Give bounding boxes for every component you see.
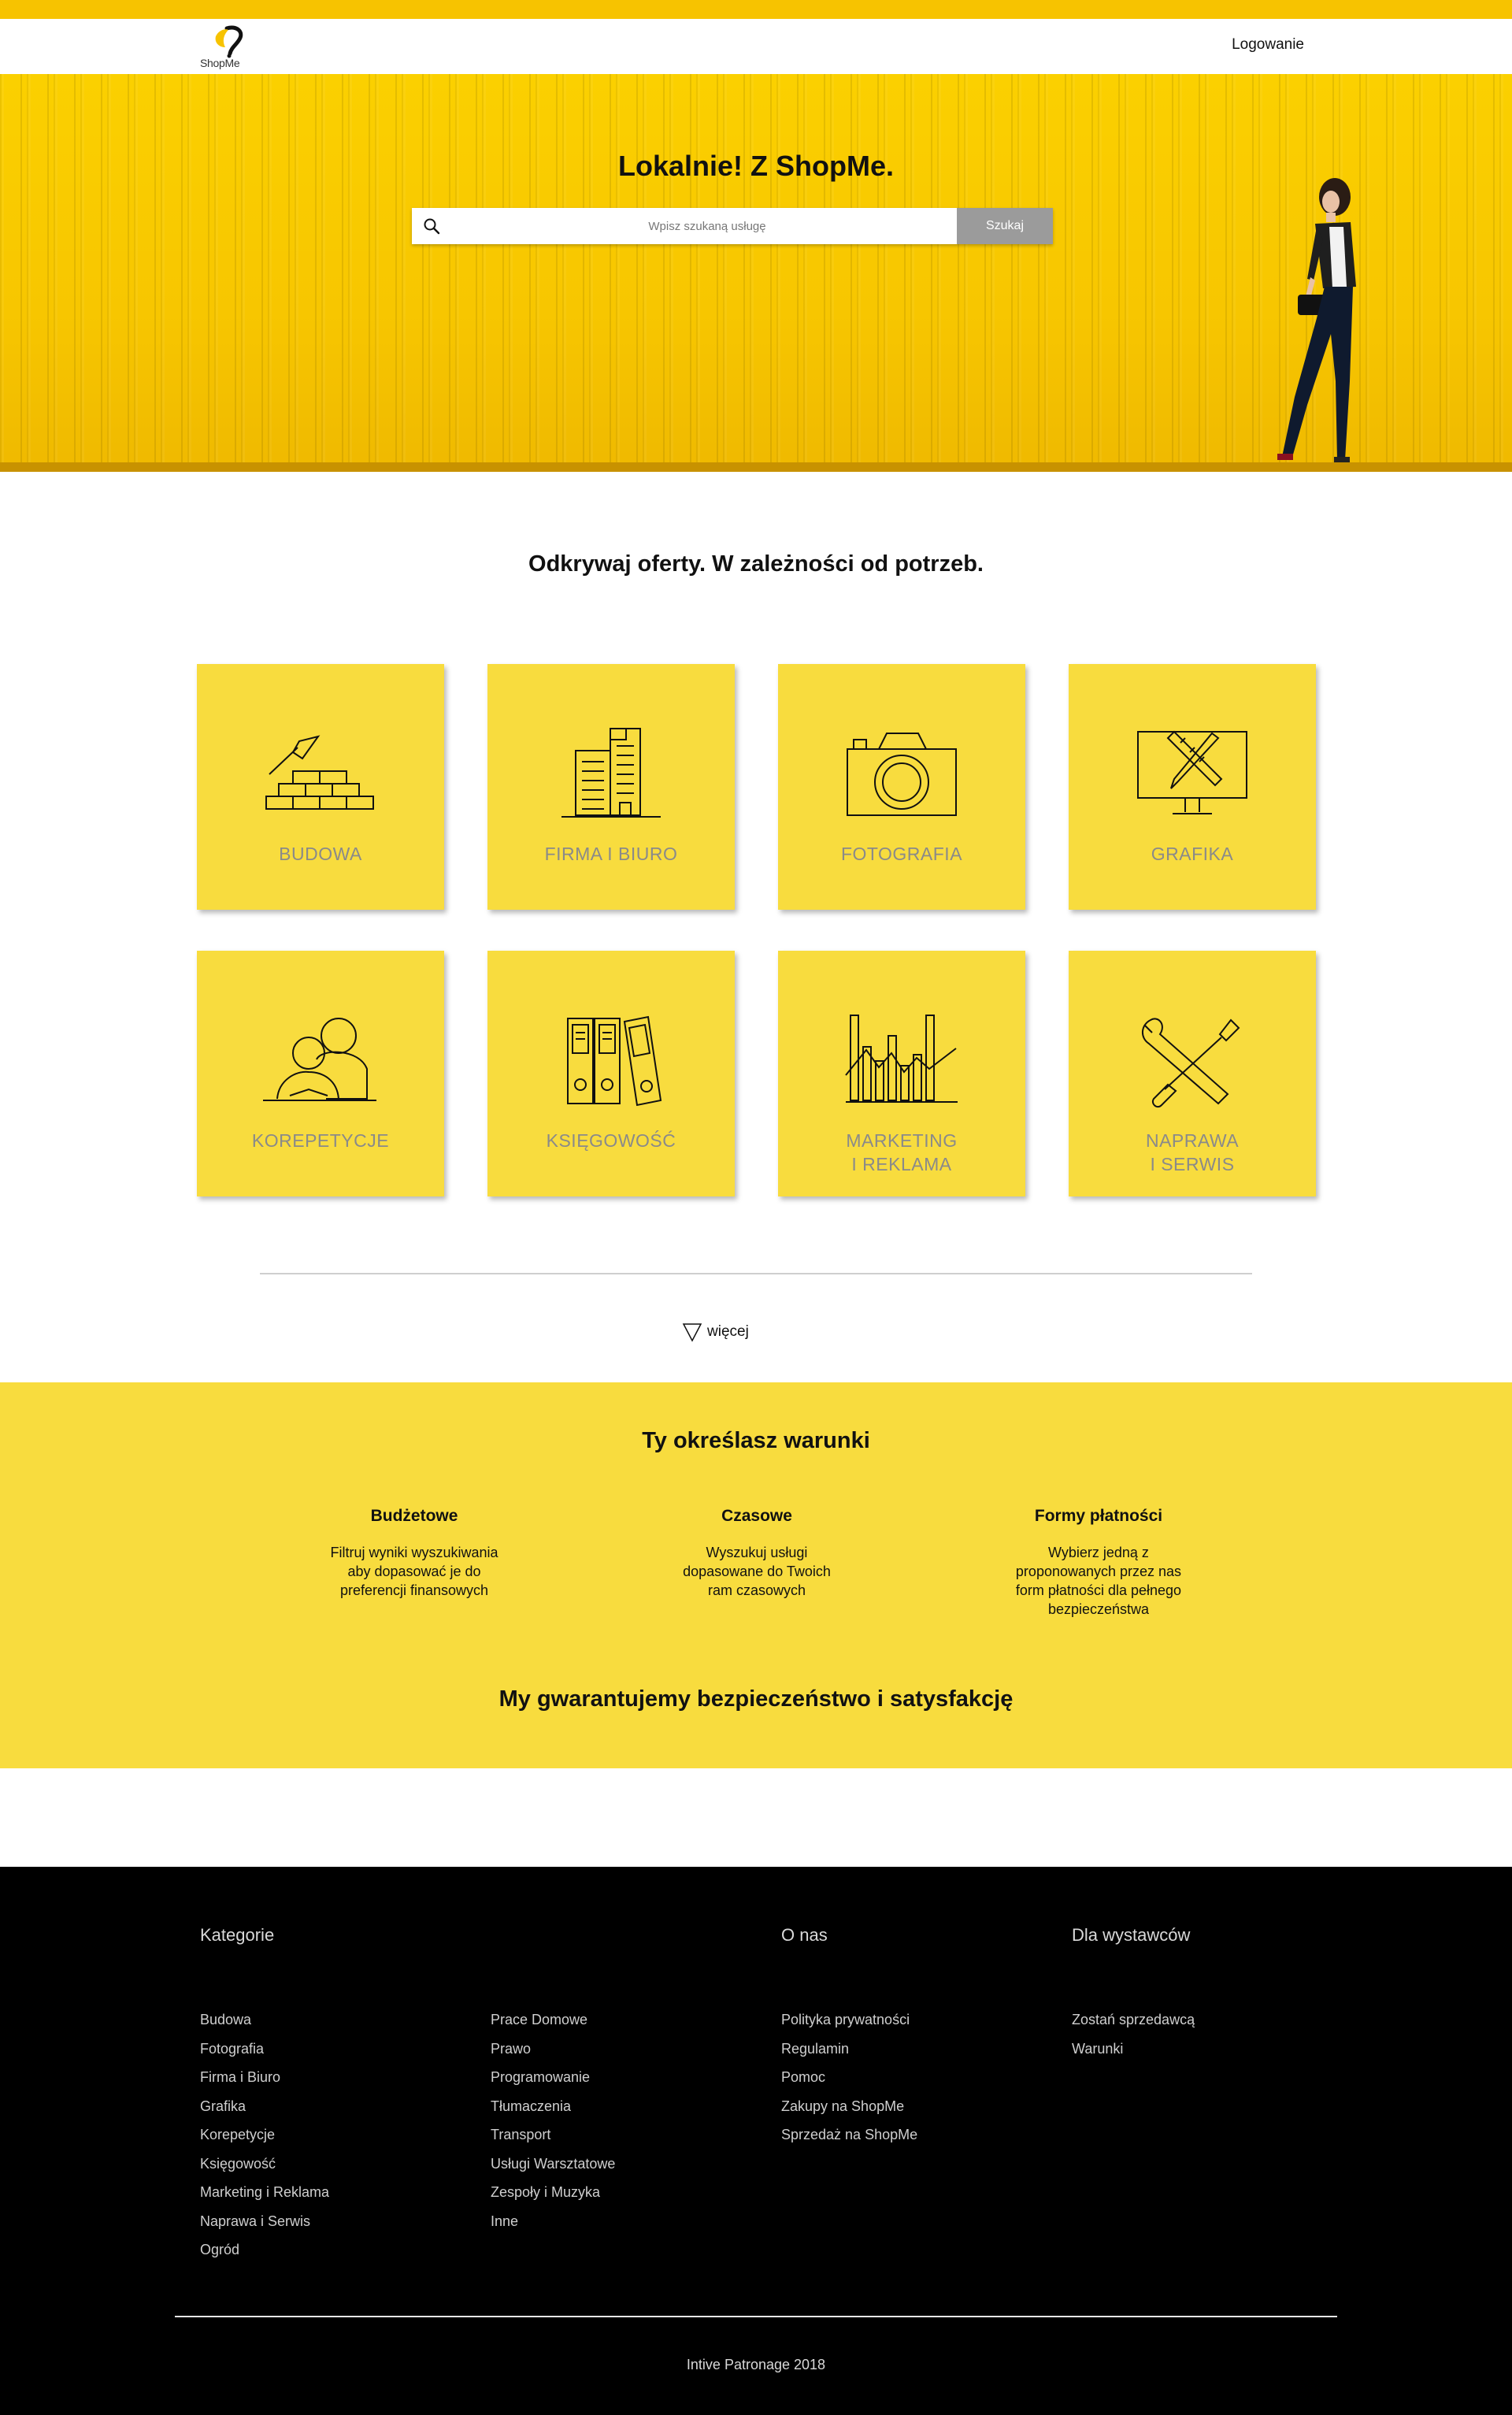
footer-link[interactable]: Księgowość [200, 2150, 329, 2179]
feature-description: Wybierz jedną z proponowanych przez nas … [1015, 1545, 1182, 1617]
category-tile-budowa[interactable]: BUDOWA [197, 664, 444, 910]
logo-text: ShopMe [200, 57, 240, 69]
footer-link[interactable]: Budowa [200, 2005, 329, 2035]
category-tile-fotografia[interactable]: FOTOGRAFIA [778, 664, 1025, 910]
search-input[interactable] [451, 213, 963, 239]
category-tile-grafika[interactable]: GRAFIKA [1069, 664, 1316, 910]
footer-link[interactable]: Grafika [200, 2092, 329, 2121]
footer-link[interactable]: Zespoły i Muzyka [491, 2178, 615, 2207]
footer-about-list: Polityka prywatności Regulamin Pomoc Zak… [781, 2005, 917, 2150]
footer-heading-exhibitors: Dla wystawców [1072, 1925, 1191, 1945]
category-tile-naprawa-i-serwis[interactable]: NAPRAWA I SERWIS [1069, 951, 1316, 1196]
camera-icon [847, 733, 957, 816]
feature-title: Czasowe [721, 1507, 792, 1525]
office-buildings-icon [561, 728, 661, 818]
bricks-trowel-icon [265, 735, 374, 810]
footer: Kategorie O nas Dla wystawców Budowa Fot… [0, 1867, 1512, 2415]
footer-link[interactable]: Zakupy na ShopMe [781, 2092, 917, 2121]
footer-link[interactable]: Transport [491, 2120, 615, 2150]
footer-link[interactable]: Prawo [491, 2035, 615, 2064]
footer-link[interactable]: Naprawa i Serwis [200, 2207, 329, 2236]
feature-title: Budżetowe [370, 1507, 458, 1525]
top-strip [0, 0, 1512, 19]
footer-link[interactable]: Prace Domowe [491, 2005, 615, 2035]
search-icon[interactable] [423, 217, 440, 235]
footer-exhibitors-list: Zostań sprzedawcą Warunki [1072, 2005, 1195, 2063]
category-tiles: BUDOWA FIRMA I BIURO FOTOGRAFIA GRAFIKA … [197, 664, 1318, 1200]
tile-label: FOTOGRAFIA [840, 844, 963, 864]
shopme-logo-icon [215, 25, 243, 58]
tile-label: KSIĘGOWOŚĆ [546, 1130, 676, 1151]
category-tile-firma-i-biuro[interactable]: FIRMA I BIURO [487, 664, 735, 910]
tile-label: BUDOWA [279, 844, 362, 864]
hero-banner: Lokalnie! Z ShopMe. Szukaj [0, 74, 1512, 472]
conditions-section: Ty określasz warunki Budżetowe Filtruj w… [0, 1382, 1512, 1768]
feature-description: Filtruj wyniki wyszukiwania aby dopasowa… [330, 1545, 498, 1598]
logo[interactable]: ShopMe [197, 22, 260, 71]
wrench-screwdriver-icon [1142, 1018, 1240, 1108]
footer-link[interactable]: Korepetycje [200, 2120, 329, 2150]
discover-title: Odkrywaj oferty. W zależności od potrzeb… [528, 551, 984, 577]
footer-link[interactable]: Zostań sprzedawcą [1072, 2005, 1195, 2035]
hero-ground-strip [0, 462, 1512, 472]
category-tile-ksiegowosc[interactable]: KSIĘGOWOŚĆ [487, 951, 735, 1196]
guarantee-title: My gwarantujemy bezpieczeństwo i satysfa… [498, 1686, 1014, 1712]
login-link[interactable]: Logowanie [1232, 36, 1304, 54]
tile-label: GRAFIKA [1151, 844, 1234, 864]
footer-link[interactable]: Inne [491, 2207, 615, 2236]
search-bar: Szukaj [412, 208, 1053, 244]
header: ShopMe Logowanie [0, 19, 1512, 74]
feature-time: Czasowe Wyszukuj usługi dopasowane do Tw… [662, 1507, 851, 1600]
copyright-text: Intive Patronage 2018 [686, 2357, 826, 2372]
tile-label: NAPRAWA I SERWIS [1145, 1130, 1240, 1174]
footer-divider [175, 2316, 1337, 2317]
footer-link[interactable]: Regulamin [781, 2035, 917, 2064]
footer-link[interactable]: Warunki [1072, 2035, 1195, 2064]
bar-line-chart-icon [845, 1015, 958, 1103]
footer-categories-list-1: Budowa Fotografia Firma i Biuro Grafika … [200, 2005, 329, 2265]
footer-heading-categories: Kategorie [200, 1925, 275, 1945]
monitor-pencil-ruler-icon [1137, 730, 1247, 814]
footer-link[interactable]: Ogród [200, 2235, 329, 2265]
footer-link[interactable]: Fotografia [200, 2035, 329, 2064]
tile-label: KOREPETYCJE [251, 1130, 390, 1151]
category-tile-korepetycje[interactable]: KOREPETYCJE [197, 951, 444, 1196]
tile-label: FIRMA I BIURO [544, 844, 678, 864]
footer-link[interactable]: Usługi Warsztatowe [491, 2150, 615, 2179]
footer-link[interactable]: Marketing i Reklama [200, 2178, 329, 2207]
binders-icon [567, 1015, 662, 1107]
feature-title: Formy płatności [1034, 1507, 1163, 1525]
footer-link[interactable]: Tłumaczenia [491, 2092, 615, 2121]
more-label: więcej [707, 1323, 749, 1340]
category-tile-marketing-i-reklama[interactable]: MARKETING I REKLAMA [778, 951, 1025, 1196]
footer-link[interactable]: Pomoc [781, 2063, 917, 2092]
tile-label: MARKETING I REKLAMA [846, 1130, 958, 1174]
conditions-title: Ty określasz warunki [642, 1428, 870, 1453]
footer-link[interactable]: Sprzedaż na ShopMe [781, 2120, 917, 2150]
walking-woman-illustration [1277, 178, 1356, 463]
footer-link[interactable]: Programowanie [491, 2063, 615, 2092]
feature-description: Wyszukuj usługi dopasowane do Twoich ram… [683, 1545, 831, 1598]
search-button[interactable]: Szukaj [957, 208, 1053, 244]
feature-budget: Budżetowe Filtruj wyniki wyszukiwania ab… [320, 1507, 509, 1600]
footer-link[interactable]: Firma i Biuro [200, 2063, 329, 2092]
triangle-down-icon [682, 1323, 702, 1342]
tutoring-people-book-icon [263, 1018, 376, 1101]
footer-heading-about: O nas [781, 1925, 828, 1945]
footer-categories-list-2: Prace Domowe Prawo Programowanie Tłumacz… [491, 2005, 615, 2235]
feature-payment: Formy płatności Wybierz jedną z proponow… [1004, 1507, 1193, 1619]
section-divider [260, 1273, 1252, 1274]
footer-link[interactable]: Polityka prywatności [781, 2005, 917, 2035]
